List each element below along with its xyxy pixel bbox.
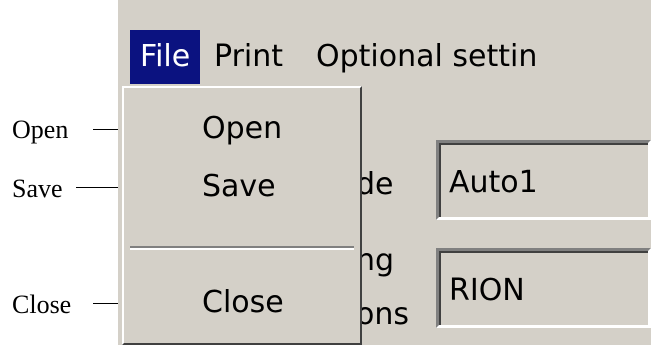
- callout-save: Save: [12, 174, 63, 203]
- file-dropdown-menu: Open Save Close: [122, 86, 362, 345]
- callout-open: Open: [12, 115, 69, 144]
- menu-print[interactable]: Print: [204, 30, 293, 84]
- menu-item-close[interactable]: Close: [202, 288, 284, 318]
- menu-bar: File Print Optional settin: [118, 0, 651, 86]
- menu-file[interactable]: File: [130, 30, 201, 84]
- callout-close: Close: [12, 290, 72, 319]
- mode-field[interactable]: Auto1: [436, 140, 651, 220]
- settings-field[interactable]: RION: [436, 248, 651, 328]
- menu-item-open[interactable]: Open: [202, 114, 282, 144]
- menu-optional-settings[interactable]: Optional settin: [306, 30, 547, 84]
- menu-separator: [130, 246, 354, 250]
- settings-label-bottom: ons: [356, 297, 409, 332]
- app-window: File Print Optional settin de Auto1 ng o…: [118, 0, 651, 345]
- menu-item-save[interactable]: Save: [202, 172, 276, 202]
